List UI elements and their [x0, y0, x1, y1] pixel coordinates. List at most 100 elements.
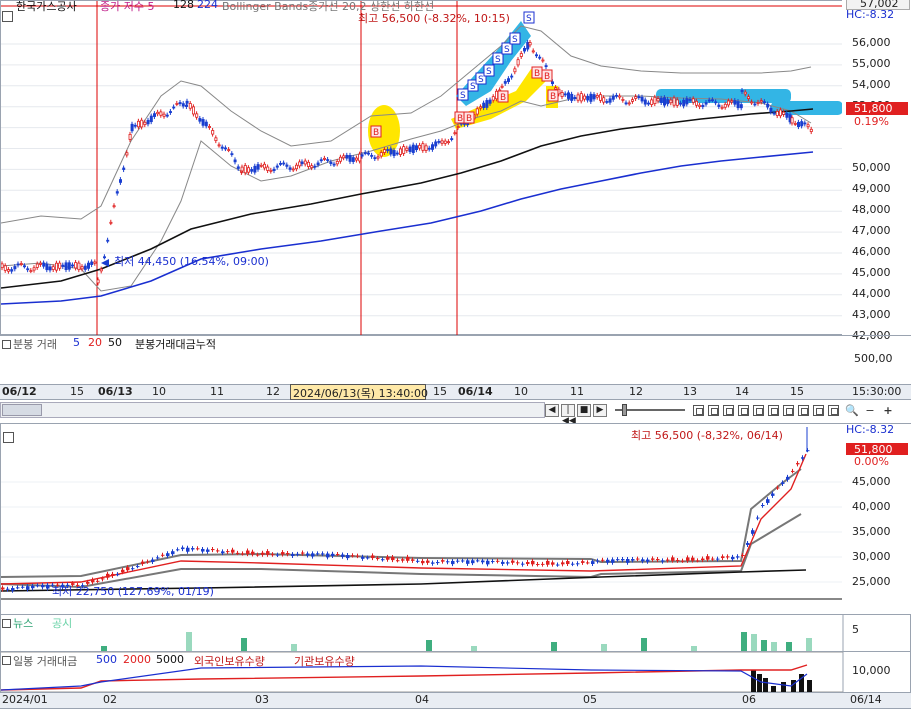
candle-body [711, 99, 715, 102]
intraday-price-panel[interactable]: SSSSSSSSBBBBBBB [0, 0, 911, 336]
daily-volume-ma5000[interactable]: 5000 [156, 653, 184, 666]
daily-candle-body [441, 560, 445, 562]
daily-volume-ma-line [1, 665, 808, 691]
candle-body [707, 99, 711, 102]
foreign-holdings-legend[interactable]: 외국인보유수량 [194, 653, 265, 669]
candle-body [592, 94, 596, 100]
candle-body [288, 167, 292, 170]
candle-body [599, 94, 603, 101]
daily-candle-body [626, 558, 630, 563]
daily-candle-body [246, 550, 250, 555]
candle-body [188, 103, 192, 109]
daily-candle-body [126, 567, 130, 571]
buy-signal-label: B [544, 72, 550, 82]
candle-body [143, 121, 147, 126]
candle-body [313, 165, 317, 168]
tool-icon-10[interactable] [828, 405, 839, 416]
candle-body [146, 119, 150, 125]
tool-icon-4[interactable] [738, 405, 749, 416]
candle-body [214, 137, 218, 142]
daily-volume-ma2000[interactable]: 2000 [123, 653, 151, 666]
candle-body [714, 101, 718, 104]
daily-candle-body [46, 584, 50, 589]
candle-body [538, 56, 542, 59]
daily-candle-body [471, 560, 475, 564]
stock-name-label: 한국가스공사 [16, 0, 77, 13]
news-bar [751, 634, 757, 652]
news-bar [741, 632, 747, 652]
stop-button[interactable]: ■ [577, 404, 591, 417]
candle-body [766, 103, 770, 108]
tool-icon-6[interactable] [768, 405, 779, 416]
candle-body [424, 145, 428, 151]
news-bar [806, 638, 812, 652]
daily-candle-body [431, 562, 435, 564]
daily-candle-body [646, 559, 650, 562]
tool-icon-8[interactable] [798, 405, 809, 416]
ma128-legend[interactable]: 128 [173, 0, 194, 11]
daily-volume-divider [0, 651, 911, 652]
chart-scrollbar[interactable] [0, 402, 545, 418]
candle-body [659, 97, 663, 103]
candle-body [282, 162, 286, 165]
candle-body [701, 104, 705, 108]
volume-ma20[interactable]: 20 [88, 336, 102, 349]
zoom-slider-thumb[interactable] [622, 404, 627, 416]
chart-settings-icon[interactable] [2, 11, 13, 22]
candle-body [329, 161, 333, 164]
play-button[interactable]: ▶ [593, 404, 607, 417]
candle-body [269, 169, 273, 172]
scroll-left-button[interactable]: ◀ [545, 404, 559, 417]
daily-current-pct-tag: 0.00% [846, 455, 908, 469]
candle-body [253, 165, 257, 173]
daily-volume-settings-icon[interactable] [2, 656, 11, 665]
candle-body [688, 99, 692, 101]
volume-ma50[interactable]: 50 [108, 336, 122, 349]
daily-candle-body [506, 562, 510, 564]
tool-icon-2[interactable] [708, 405, 719, 416]
zoom-in-button[interactable]: + [881, 404, 895, 417]
daily-candle-body [206, 549, 210, 552]
volume-cum-legend[interactable]: 분봉거래대금누적 [135, 336, 216, 352]
daily-y-tick-1: 40,000 [852, 500, 891, 513]
news-label[interactable]: 뉴스 [13, 615, 33, 631]
intraday-price-chart[interactable]: SSSSSSSSBB BBB BB [1, 1, 911, 336]
tool-icon-9[interactable] [813, 405, 824, 416]
volume-settings-icon[interactable] [2, 340, 11, 349]
inst-holdings-legend[interactable]: 기관보유수량 [294, 653, 355, 669]
tool-icon-1[interactable] [693, 405, 704, 416]
volume-y-tick: 500,00 [854, 352, 893, 365]
intraday-x-tick-0: 06/12 [2, 385, 37, 398]
candle-body [672, 97, 676, 106]
daily-x-tick-2: 03 [255, 693, 269, 706]
candle-body [595, 95, 599, 98]
candle-body [198, 118, 202, 122]
ma224-legend[interactable]: 224 [197, 0, 218, 11]
daily-price-panel[interactable] [0, 423, 911, 709]
intraday-x-tick-5: 12 [266, 385, 280, 398]
daily-price-chart[interactable] [1, 424, 911, 709]
candle-body [348, 155, 352, 162]
daily-candle-body [241, 553, 245, 555]
volume-ma5[interactable]: 5 [73, 336, 80, 349]
tool-icon-5[interactable] [753, 405, 764, 416]
daily-settings-icon[interactable] [3, 432, 14, 443]
first-button[interactable]: |◀◀ [561, 404, 576, 426]
scroll-thumb[interactable] [2, 404, 42, 416]
tool-icon-7[interactable] [783, 405, 794, 416]
zoom-out-button[interactable]: − [863, 404, 877, 417]
candle-body [250, 169, 254, 172]
price-legend[interactable]: 종가 저수 5 [100, 0, 154, 14]
zoom-icon[interactable]: 🔍 [845, 404, 859, 417]
candle-body [195, 113, 199, 118]
candle-body [528, 42, 532, 46]
candle-body [246, 167, 250, 173]
notice-label[interactable]: 공시 [52, 615, 72, 631]
candle-body [803, 122, 807, 125]
news-settings-icon[interactable] [2, 619, 11, 628]
candle-body [637, 96, 641, 99]
tool-icon-3[interactable] [723, 405, 734, 416]
candle-body [576, 94, 580, 101]
candle-body [13, 266, 17, 270]
daily-volume-ma500[interactable]: 500 [96, 653, 117, 666]
